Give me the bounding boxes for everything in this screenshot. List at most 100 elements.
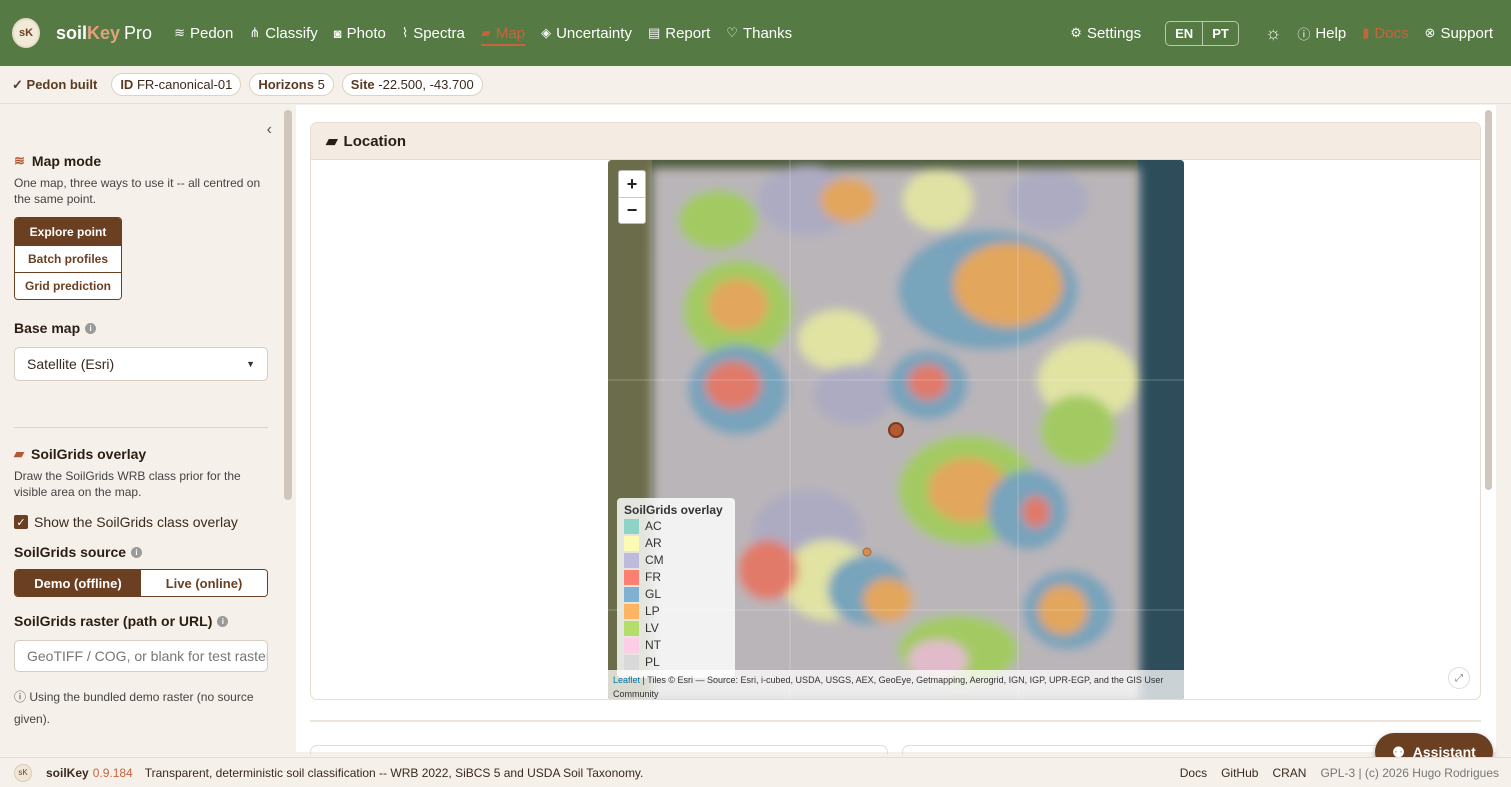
info-circle-icon: ⓘ: [14, 690, 27, 704]
main-panel: ▰ Location + − SoilGrids overlay AC AR C…: [296, 105, 1496, 755]
map-mode-buttons: Explore point Batch profiles Grid predic…: [14, 217, 122, 300]
footer-docs-link[interactable]: Docs: [1180, 766, 1207, 780]
horizons-value: 5: [317, 77, 325, 92]
nav-item-photo[interactable]: ◙ Photo: [326, 15, 394, 51]
camera-icon: ◙: [333, 25, 342, 41]
overlay-checkbox[interactable]: ✓: [14, 515, 28, 529]
nav-label: Thanks: [742, 24, 793, 42]
pedon-built-label: Pedon built: [26, 76, 98, 92]
section-divider: [14, 427, 268, 428]
support-link[interactable]: ⊗ Support: [1417, 15, 1501, 51]
base-map-label: Base map i: [14, 320, 268, 336]
nav-items: ≋ Pedon ⋔ Classify ◙ Photo ⌇ Spectra ▰ Map ◈ U…: [166, 15, 800, 51]
lang-pt-button[interactable]: PT: [1202, 21, 1238, 45]
horizons-badge: Horizons 5: [249, 73, 334, 96]
nav-label: Uncertainty: [556, 24, 632, 42]
legend-label: AC: [645, 519, 662, 533]
zoom-control: + −: [618, 170, 646, 224]
info-icon[interactable]: i: [217, 615, 229, 627]
raster-label-text: SoilGrids raster (path or URL): [14, 613, 213, 629]
footer-cran-link[interactable]: CRAN: [1272, 766, 1306, 780]
source-demo-button[interactable]: Demo (offline): [15, 570, 141, 596]
legend-label: CM: [645, 553, 664, 567]
docs-link[interactable]: ▮ Docs: [1354, 15, 1416, 51]
legend-row: CM: [624, 552, 728, 568]
language-switch: EN PT: [1165, 20, 1239, 46]
collapse-sidebar-chevron-icon[interactable]: ‹: [267, 121, 272, 139]
nav-label: Pedon: [189, 24, 234, 42]
caret-down-icon: ▼: [246, 359, 255, 369]
legend-swatch: [624, 552, 639, 568]
nav-item-pedon[interactable]: ≋ Pedon: [166, 15, 241, 51]
map-icon: ▰: [14, 446, 24, 461]
brand-key: Key: [87, 22, 121, 43]
grid-prediction-button[interactable]: Grid prediction: [15, 272, 121, 299]
soilgrids-help: Draw the SoilGrids WRB class prior for t…: [14, 469, 241, 499]
expand-icon[interactable]: ⤢: [1448, 667, 1470, 689]
lang-en-button[interactable]: EN: [1166, 22, 1202, 45]
sun-icon: ☼: [1264, 22, 1282, 43]
nav-item-report[interactable]: ▤ Report: [640, 15, 718, 51]
map-icon: ▰: [326, 133, 338, 150]
footer-license: GPL-3 | (c) 2026 Hugo Rodrigues: [1320, 765, 1499, 780]
legend-row: GL: [624, 586, 728, 602]
zoom-in-button[interactable]: +: [619, 171, 645, 197]
nav-label: Map: [495, 24, 526, 42]
pedon-built-status: ✓ Pedon built: [12, 77, 97, 93]
legend-row: LV: [624, 620, 728, 636]
leaflet-link[interactable]: Leaflet: [613, 675, 640, 685]
overlay-checkbox-label: Show the SoilGrids class overlay: [34, 514, 238, 530]
book-icon: ▮: [1362, 25, 1370, 40]
map-attribution: Leaflet | Tiles © Esri — Source: Esri, i…: [608, 670, 1184, 699]
theme-toggle[interactable]: ☼: [1257, 15, 1290, 51]
base-map-select[interactable]: Satellite (Esri) ▼: [14, 347, 268, 381]
legend-row: PL: [624, 654, 728, 670]
sidebar-scrollbar[interactable]: [284, 110, 292, 500]
main-scrollbar[interactable]: [1485, 110, 1492, 490]
footer-github-link[interactable]: GitHub: [1221, 766, 1258, 780]
nav-label: Photo: [346, 24, 386, 42]
nav-item-map[interactable]: ▰ Map: [473, 15, 533, 51]
site-label: Site: [350, 77, 375, 92]
nav-item-uncertainty[interactable]: ◈ Uncertainty: [533, 15, 640, 51]
sidebar: ‹ ≋ Map mode One map, three ways to use i…: [0, 105, 282, 752]
help-button[interactable]: ⓘ Help: [1289, 15, 1354, 51]
settings-button[interactable]: ⚙ Settings: [1062, 15, 1149, 51]
legend-title: SoilGrids overlay: [624, 503, 723, 517]
site-value: -22.500, -43.700: [378, 77, 474, 92]
source-live-button[interactable]: Live (online): [141, 570, 267, 596]
brand[interactable]: sK soilKey Pro: [12, 18, 152, 48]
legend-row: NT: [624, 637, 728, 653]
base-map-label-text: Base map: [14, 320, 81, 336]
legend-swatch: [624, 535, 639, 551]
map-mode-title-text: Map mode: [31, 153, 102, 169]
footer-links: Docs GitHub CRAN GPL-3 | (c) 2026 Hugo R…: [1180, 766, 1499, 780]
info-icon[interactable]: i: [131, 546, 143, 558]
layers-icon: ≋: [174, 25, 185, 40]
raster-input[interactable]: GeoTIFF / COG, or blank for test raster: [14, 640, 268, 672]
nav-label: Report: [665, 24, 711, 42]
legend-label: NT: [645, 638, 661, 652]
nav-item-classify[interactable]: ⋔ Classify: [241, 15, 325, 51]
legend-row: LP: [624, 603, 728, 619]
wave-icon: ⌇: [401, 25, 409, 40]
location-card-header: ▰ Location: [311, 123, 1480, 160]
batch-profiles-button[interactable]: Batch profiles: [15, 245, 121, 272]
map-icon: ▰: [480, 25, 491, 40]
sitemap-icon: ⋔: [249, 25, 261, 40]
map-view[interactable]: + − SoilGrids overlay AC AR CM FR GL LP …: [608, 160, 1184, 699]
nav-item-thanks[interactable]: ♡ Thanks: [718, 15, 800, 51]
footer-app-name: soilKey: [46, 765, 89, 780]
nav-item-spectra[interactable]: ⌇ Spectra: [394, 15, 473, 51]
raster-label: SoilGrids raster (path or URL) i: [14, 613, 268, 629]
zoom-out-button[interactable]: −: [619, 197, 645, 223]
info-icon[interactable]: i: [85, 322, 97, 334]
legend-row: FR: [624, 569, 728, 585]
overlay-checkbox-row[interactable]: ✓ Show the SoilGrids class overlay: [14, 514, 268, 530]
soilgrids-title: ▰ SoilGrids overlay: [14, 446, 268, 462]
legend-label: LP: [645, 604, 660, 618]
site-badge: Site -22.500, -43.700: [341, 73, 483, 96]
legend-label: LV: [645, 621, 659, 635]
file-icon: ▤: [647, 25, 661, 40]
explore-point-button[interactable]: Explore point: [15, 218, 121, 245]
